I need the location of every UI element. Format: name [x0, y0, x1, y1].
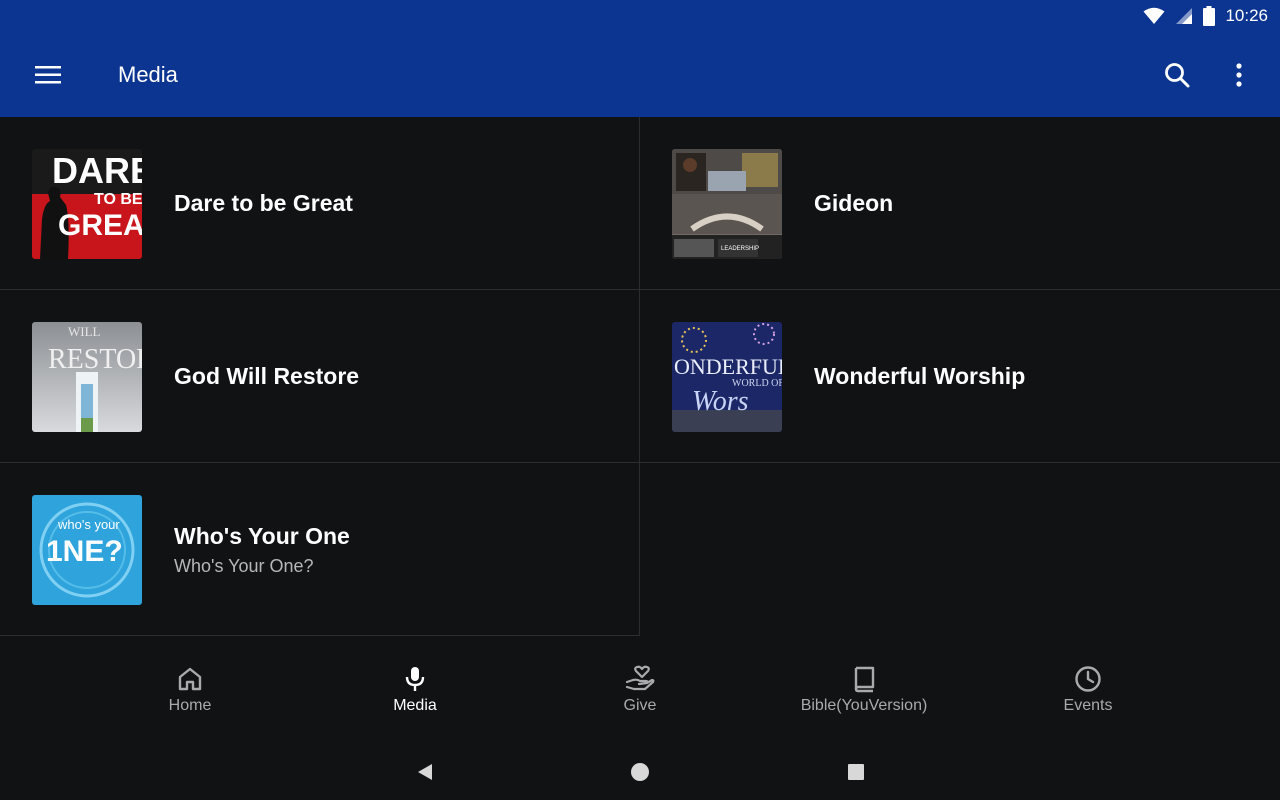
nav-item-events[interactable]: Events — [988, 665, 1188, 729]
media-item-title: Who's Your One — [174, 522, 350, 549]
bottom-navigation: Home Media Give Bible(YouVersion) Events — [0, 655, 1280, 735]
gideon-artwork: LEADERSHIP — [672, 149, 782, 259]
nav-item-media[interactable]: Media — [315, 665, 515, 729]
media-item-god-will-restore[interactable]: WILL RESTORE God Will Restore — [0, 290, 640, 463]
svg-text:RESTORE: RESTORE — [48, 344, 142, 375]
media-thumbnail: LEADERSHIP — [672, 149, 782, 259]
status-bar: 10:26 — [0, 0, 1280, 34]
media-item-text: Wonderful Worship — [814, 290, 1025, 463]
media-item-wonderful-worship[interactable]: ONDERFUL WORLD OF Wors Wonderful Worship — [640, 290, 1280, 463]
svg-text:GREAT: GREAT — [58, 209, 142, 242]
status-time: 10:26 — [1225, 6, 1268, 25]
clock-icon — [1075, 666, 1101, 692]
nav-label: Home — [168, 697, 212, 714]
book-icon — [854, 666, 875, 693]
svg-text:Wors: Wors — [692, 386, 749, 417]
media-item-title: God Will Restore — [174, 363, 360, 389]
page-title: Media — [118, 62, 178, 87]
nav-label: Events — [1063, 697, 1113, 714]
menu-button[interactable] — [28, 57, 68, 93]
nav-item-home[interactable]: Home — [90, 665, 290, 729]
media-grid: DARE TO BE GREAT Dare to be Great — [0, 117, 1280, 637]
more-vertical-icon — [1236, 63, 1242, 87]
media-item-text: Dare to be Great — [174, 117, 353, 290]
app-bar: Media — [0, 34, 1280, 117]
svg-text:DARE: DARE — [52, 150, 142, 191]
hamburger-menu-icon — [35, 66, 61, 84]
recents-button[interactable] — [841, 757, 871, 787]
nav-label: Bible(YouVersion) — [800, 697, 928, 714]
nav-item-give[interactable]: Give — [540, 665, 740, 729]
system-navigation-bar — [0, 745, 1280, 800]
nav-label: Give — [623, 697, 657, 714]
search-icon — [1165, 63, 1190, 88]
media-item-dare-to-be-great[interactable]: DARE TO BE GREAT Dare to be Great — [0, 117, 640, 290]
status-icons: 10:26 — [1143, 6, 1268, 26]
media-thumbnail: DARE TO BE GREAT — [32, 149, 142, 259]
recents-square-icon — [848, 764, 864, 780]
wifi-icon — [1143, 7, 1165, 24]
media-item-text: Gideon — [814, 117, 893, 290]
back-triangle-icon — [418, 764, 432, 780]
home-system-button[interactable] — [625, 757, 655, 787]
svg-text:LEADERSHIP: LEADERSHIP — [721, 246, 759, 252]
media-item-title: Gideon — [814, 190, 894, 216]
search-button[interactable] — [1158, 56, 1196, 94]
svg-text:TO BE: TO BE — [94, 191, 142, 208]
nav-item-bible[interactable]: Bible(YouVersion) — [764, 665, 964, 729]
svg-text:who's your: who's your — [57, 517, 120, 532]
signal-icon — [1176, 8, 1193, 24]
back-button[interactable] — [410, 757, 440, 787]
media-item-text: God Will Restore — [174, 290, 359, 463]
svg-text:ONDERFUL: ONDERFUL — [674, 354, 782, 379]
media-item-gideon[interactable]: LEADERSHIP Gideon — [640, 117, 1280, 290]
media-item-title: Wonderful Worship — [814, 363, 1026, 389]
media-item-text: Who's Your One Who's Your One? — [174, 463, 350, 636]
media-item-whos-your-one[interactable]: who's your 1NE? Who's Your One Who's You… — [0, 463, 640, 636]
god-will-restore-artwork: WILL RESTORE — [32, 322, 142, 432]
svg-text:1NE?: 1NE? — [46, 535, 123, 568]
media-item-title: Dare to be Great — [174, 190, 353, 216]
battery-icon — [1203, 6, 1216, 26]
home-circle-icon — [631, 763, 649, 781]
media-thumbnail: ONDERFUL WORLD OF Wors — [672, 322, 782, 432]
more-options-button[interactable] — [1220, 56, 1258, 94]
media-item-subtitle: Who's Your One? — [174, 555, 314, 576]
media-thumbnail: who's your 1NE? — [32, 495, 142, 605]
nav-label: Media — [393, 697, 437, 714]
svg-text:WILL: WILL — [68, 324, 101, 339]
wonderful-worship-artwork: ONDERFUL WORLD OF Wors — [672, 322, 782, 432]
microphone-icon — [405, 667, 425, 691]
dare-to-be-great-artwork: DARE TO BE GREAT — [32, 149, 142, 259]
give-heart-hand-icon — [625, 665, 655, 691]
home-icon — [178, 667, 202, 691]
whos-your-one-artwork: who's your 1NE? — [32, 495, 142, 605]
media-thumbnail: WILL RESTORE — [32, 322, 142, 432]
